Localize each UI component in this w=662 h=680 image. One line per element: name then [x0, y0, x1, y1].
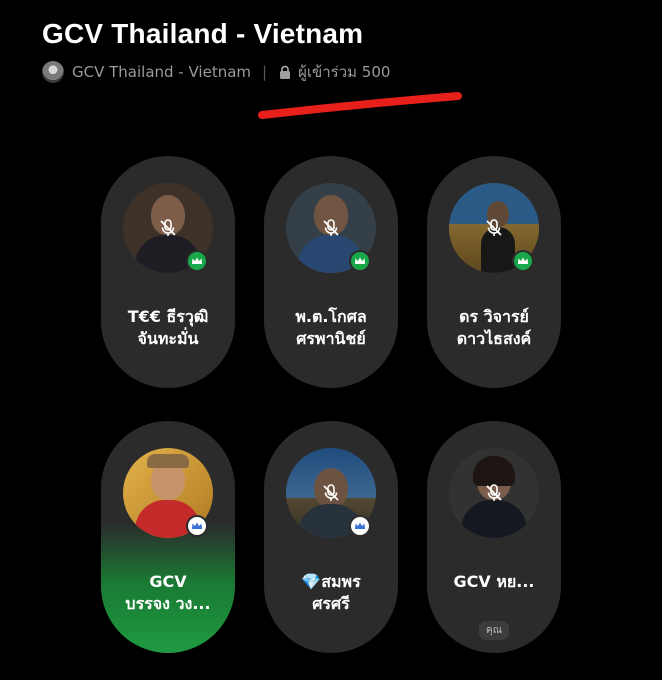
crown-icon: [192, 257, 202, 264]
moderator-badge: [349, 515, 371, 537]
admin-badge: [186, 250, 208, 272]
participant-tile[interactable]: 💎สมพร ศรศรี: [264, 421, 398, 653]
participant-name: ดร วิจารย์ ดาวไธสงค์: [456, 307, 532, 348]
mic-off-icon: [323, 219, 339, 236]
participant-tile-speaking[interactable]: GCV บรรจง วง...: [101, 421, 235, 653]
participant-name: T€€ ธีรวุฒิ จันทะมั่น: [127, 307, 209, 348]
mic-off-icon: [486, 484, 502, 501]
admin-badge: [349, 250, 371, 272]
participant-name: พ.ต.โกศล ศรพานิชย์: [295, 307, 367, 348]
crown-icon: [192, 522, 202, 529]
mic-off-icon: [160, 219, 176, 236]
participant-tile-self[interactable]: GCV หย... คุณ: [427, 421, 561, 653]
crown-icon: [355, 257, 365, 264]
you-label: คุณ: [479, 621, 509, 640]
mic-off-icon: [486, 219, 502, 236]
participant-name: GCV บรรจง วง...: [125, 572, 211, 613]
participant-avatar: [449, 448, 539, 538]
admin-badge: [512, 250, 534, 272]
crown-icon: [355, 522, 365, 529]
mic-off-icon: [323, 484, 339, 501]
participant-tile[interactable]: พ.ต.โกศล ศรพานิชย์: [264, 156, 398, 388]
moderator-badge: [186, 515, 208, 537]
participant-tile[interactable]: T€€ ธีรวุฒิ จันทะมั่น: [101, 156, 235, 388]
crown-icon: [518, 257, 528, 264]
participant-tile[interactable]: ดร วิจารย์ ดาวไธสงค์: [427, 156, 561, 388]
participant-name: 💎สมพร ศรศรี: [301, 572, 361, 613]
participant-name: GCV หย...: [453, 572, 535, 591]
